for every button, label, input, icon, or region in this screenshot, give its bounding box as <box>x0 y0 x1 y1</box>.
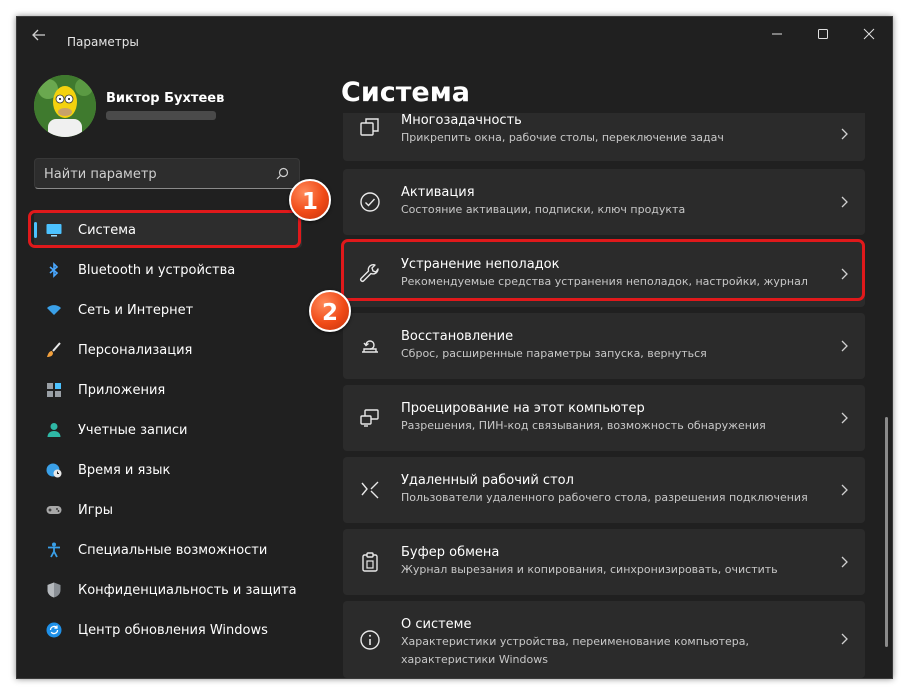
chevron-right-icon <box>841 128 848 140</box>
chevron-right-icon <box>841 340 848 352</box>
sidebar-item-windows-update[interactable]: Центр обновления Windows <box>34 612 302 648</box>
card-about[interactable]: О системе Характеристики устройства, пер… <box>343 601 865 678</box>
user-name: Виктор Бухтеев <box>106 91 225 106</box>
close-button[interactable] <box>846 17 892 51</box>
card-subtitle: Журнал вырезания и копирования, синхрони… <box>401 563 778 576</box>
sidebar-item-label: Учетные записи <box>78 423 188 438</box>
card-title: Восстановление <box>401 329 514 344</box>
title-bar: Параметры <box>17 17 892 53</box>
apps-icon <box>47 383 61 397</box>
step-badge-1: 1 <box>289 179 331 221</box>
sidebar-item-accessibility[interactable]: Специальные возможности <box>34 532 302 568</box>
chevron-right-icon <box>841 484 848 496</box>
chevron-right-icon <box>841 633 848 645</box>
chevron-right-icon <box>841 556 848 568</box>
multitasking-icon <box>360 118 379 136</box>
avatar[interactable] <box>34 75 96 137</box>
sidebar-item-label: Конфиденциальность и защита <box>78 583 297 598</box>
sidebar-item-privacy[interactable]: Конфиденциальность и защита <box>34 572 302 608</box>
card-title: Удаленный рабочий стол <box>401 473 574 488</box>
person-icon <box>47 423 61 437</box>
minimize-button[interactable] <box>754 17 800 51</box>
user-email-redacted <box>106 111 216 120</box>
card-title: Буфер обмена <box>401 545 500 560</box>
maximize-button[interactable] <box>800 17 846 51</box>
card-subtitle: Прикрепить окна, рабочие столы, переключ… <box>401 131 724 144</box>
recovery-icon <box>362 340 378 353</box>
info-icon <box>360 630 380 650</box>
remote-desktop-icon <box>361 481 379 499</box>
settings-list: Многозадачность Прикрепить окна, рабочие… <box>343 113 865 678</box>
card-remote-desktop[interactable]: Удаленный рабочий стол Пользователи удал… <box>343 457 865 523</box>
card-subtitle: Разрешения, ПИН-код связывания, возможно… <box>401 419 766 432</box>
card-projection[interactable]: Проецирование на этот компьютер Разрешен… <box>343 385 865 451</box>
sidebar-item-accounts[interactable]: Учетные записи <box>34 412 302 448</box>
minimize-icon <box>772 33 782 35</box>
card-clipboard[interactable]: Буфер обмена Журнал вырезания и копирова… <box>343 529 865 595</box>
card-subtitle: Состояние активации, подписки, ключ прод… <box>401 203 686 216</box>
card-multitasking[interactable]: Многозадачность Прикрепить окна, рабочие… <box>343 113 865 161</box>
step-badge-2: 2 <box>309 290 351 332</box>
brush-icon <box>47 342 61 357</box>
update-icon <box>46 622 62 638</box>
sidebar-item-label: Время и язык <box>78 463 171 478</box>
sidebar-item-network[interactable]: Сеть и Интернет <box>34 292 302 328</box>
sidebar-item-apps[interactable]: Приложения <box>34 372 302 408</box>
app-title: Параметры <box>67 35 139 49</box>
globe-clock-icon <box>46 463 62 478</box>
gamepad-icon <box>46 506 62 514</box>
card-title: Проецирование на этот компьютер <box>401 401 645 416</box>
card-title: О системе <box>401 617 472 632</box>
sidebar-item-label: Специальные возможности <box>78 543 268 558</box>
sidebar-item-label: Bluetooth и устройства <box>78 263 236 278</box>
scrollbar-thumb[interactable] <box>885 417 888 647</box>
close-icon <box>863 28 875 40</box>
sidebar-item-label: Игры <box>78 503 114 518</box>
sidebar-item-gaming[interactable]: Игры <box>34 492 302 528</box>
card-subtitle: Сброс, расширенные параметры запуска, ве… <box>401 347 707 360</box>
accessibility-icon <box>48 542 60 558</box>
user-avatar-image <box>34 75 96 137</box>
page-title: Система <box>341 77 470 108</box>
shield-icon <box>47 582 61 598</box>
sidebar-item-label: Приложения <box>78 383 166 398</box>
settings-window: Параметры Виктор Бухтеев Найти параметр … <box>16 16 893 679</box>
card-recovery[interactable]: Восстановление Сброс, расширенные параме… <box>343 313 865 379</box>
chevron-right-icon <box>841 196 848 208</box>
card-title: Многозадачность <box>401 113 522 128</box>
chevron-right-icon <box>841 412 848 424</box>
bluetooth-icon <box>49 262 59 278</box>
sidebar-item-time-language[interactable]: Время и язык <box>34 452 302 488</box>
search-input[interactable] <box>44 165 264 183</box>
card-title: Активация <box>401 185 475 200</box>
wifi-icon <box>47 305 61 315</box>
highlight-system-item <box>28 210 301 248</box>
back-button[interactable] <box>29 25 49 45</box>
clipboard-icon <box>362 552 378 572</box>
sidebar-item-label: Сеть и Интернет <box>78 303 194 318</box>
card-activation[interactable]: Активация Состояние активации, подписки,… <box>343 169 865 235</box>
projection-icon <box>360 409 379 427</box>
card-subtitle: Пользователи удаленного рабочего стола, … <box>401 491 808 504</box>
maximize-icon <box>818 29 828 39</box>
card-subtitle: Характеристики устройства, переименовани… <box>401 635 750 666</box>
sidebar-item-label: Центр обновления Windows <box>78 623 268 638</box>
check-circle-icon <box>360 192 380 212</box>
search-icon[interactable] <box>276 167 289 180</box>
sidebar-nav: Система Bluetooth и устройства Сеть и Ин… <box>34 212 302 652</box>
sidebar-item-label: Персонализация <box>78 343 193 358</box>
arrow-left-icon <box>32 29 45 41</box>
search-box <box>34 158 300 189</box>
sidebar-item-personalization[interactable]: Персонализация <box>34 332 302 368</box>
sidebar-item-bluetooth[interactable]: Bluetooth и устройства <box>34 252 302 288</box>
highlight-troubleshoot-card <box>341 239 865 301</box>
